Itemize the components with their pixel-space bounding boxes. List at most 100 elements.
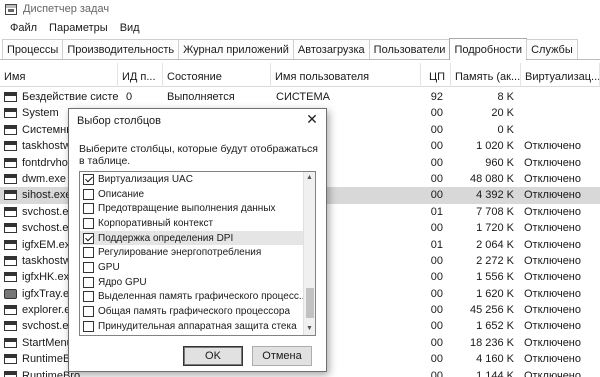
- menu-view[interactable]: Вид: [114, 22, 146, 34]
- tab-app-history[interactable]: Журнал приложений: [178, 39, 294, 59]
- column-checkbox[interactable]: [83, 232, 94, 244]
- column-header-memory[interactable]: Память (ак...: [451, 63, 521, 87]
- column-header-user[interactable]: Имя пользователя: [271, 63, 421, 87]
- process-icon: [4, 305, 17, 316]
- cell-virt: Отключено: [524, 222, 581, 235]
- process-icon: [4, 190, 17, 201]
- cell-virt: Отключено: [524, 156, 581, 169]
- column-option[interactable]: Ядро GPU: [80, 275, 304, 290]
- cell-memory: 20 K: [491, 107, 514, 120]
- scrollbar-thumb[interactable]: [306, 288, 314, 318]
- cell-virt: Отключено: [524, 353, 581, 366]
- process-icon: [4, 354, 17, 365]
- cell-user: СИСТЕМА: [276, 91, 330, 103]
- cell-virt: Отключено: [524, 287, 581, 300]
- cell-cpu: 00: [430, 254, 443, 267]
- window-title: Диспетчер задач: [23, 3, 110, 15]
- cell-virt: Отключено: [524, 271, 581, 284]
- tab-performance[interactable]: Производительность: [62, 39, 180, 59]
- process-icon: [4, 255, 17, 266]
- cell-virt: Отключено: [524, 369, 581, 377]
- column-checkbox[interactable]: [83, 306, 94, 318]
- cell-cpu: 00: [430, 369, 443, 377]
- process-icon: [4, 173, 17, 184]
- cancel-button[interactable]: Отмена: [252, 346, 312, 366]
- column-header-status[interactable]: Состояние: [163, 63, 271, 87]
- column-option[interactable]: Поддержка определения DPI: [80, 230, 304, 246]
- column-option[interactable]: Регулирование энергопотребления: [80, 245, 304, 260]
- process-icon: [4, 157, 17, 168]
- cell-memory: 4 392 K: [476, 189, 514, 202]
- cell-memory: 0 K: [497, 123, 514, 136]
- scroll-up-arrow-icon[interactable]: ▲: [304, 172, 315, 184]
- column-option[interactable]: Общая память графического процессора: [80, 304, 304, 319]
- column-checkbox[interactable]: [83, 276, 94, 288]
- cell-virt: Отключено: [524, 205, 581, 218]
- cell-cpu: 00: [430, 271, 443, 284]
- close-icon[interactable]: ✕: [304, 111, 320, 127]
- process-icon: [4, 92, 17, 102]
- column-checkbox[interactable]: [83, 320, 94, 332]
- cell-memory: 8 K: [497, 91, 514, 103]
- cell-virt: Отключено: [524, 304, 581, 317]
- cell-virt: Отключено: [524, 254, 581, 267]
- column-checkbox[interactable]: [83, 173, 94, 185]
- column-option-label: Предотвращение выполнения данных: [98, 203, 276, 215]
- list-scrollbar[interactable]: ▲ ▼: [303, 172, 315, 335]
- column-header-name[interactable]: Имя: [0, 63, 118, 87]
- column-header-row: Имя ИД п... Состояние Имя пользователя Ц…: [0, 63, 600, 87]
- process-icon: [4, 206, 17, 217]
- column-option-label: Общая память графического процессора: [98, 306, 291, 318]
- cell-memory: 1 020 K: [476, 140, 514, 153]
- table-row[interactable]: Бездействие системы 0 Выполняется СИСТЕМА 92…: [0, 89, 600, 105]
- tab-services[interactable]: Службы: [526, 39, 578, 59]
- process-icon: [4, 321, 17, 332]
- cell-memory: 4 160 K: [476, 353, 514, 366]
- cell-pid: 0: [126, 91, 133, 103]
- cell-virt: Отключено: [524, 320, 581, 333]
- column-option[interactable]: Выделенная память графического процесс..…: [80, 290, 304, 305]
- cell-virt: Отключено: [524, 336, 581, 349]
- cell-cpu: 00: [430, 336, 443, 349]
- scroll-down-arrow-icon[interactable]: ▼: [304, 323, 315, 335]
- tab-details[interactable]: Подробности: [449, 38, 528, 60]
- column-header-pid[interactable]: ИД п...: [118, 63, 163, 87]
- column-option[interactable]: Описание: [80, 187, 304, 202]
- column-option-label: Поддержка определения DPI: [98, 232, 234, 244]
- column-header-cpu[interactable]: ЦП: [421, 63, 451, 87]
- cell-virt: [524, 89, 600, 105]
- column-option-label: Виртуализация UAC: [98, 173, 193, 185]
- column-checkbox[interactable]: [83, 203, 94, 215]
- column-checkbox-list: Виртуализация UAC Описание Предотвращение …: [79, 171, 316, 336]
- task-manager-icon: [5, 3, 17, 15]
- cell-cpu: 00: [430, 156, 443, 169]
- cell-memory: 48 080 K: [469, 172, 514, 185]
- column-header-virtualization[interactable]: Виртуализац...: [521, 63, 600, 87]
- column-option[interactable]: Предотвращение выполнения данных: [80, 201, 304, 216]
- cell-cpu: 00: [430, 287, 443, 300]
- cell-memory: 2 272 K: [476, 254, 514, 267]
- cell-memory: 1 144 K: [476, 369, 514, 377]
- column-checkbox[interactable]: [83, 291, 94, 303]
- tab-processes[interactable]: Процессы: [2, 39, 64, 59]
- tab-users[interactable]: Пользователи: [368, 39, 451, 59]
- dialog-title: Выбор столбцов: [77, 115, 161, 127]
- menu-options[interactable]: Параметры: [43, 22, 114, 34]
- column-option[interactable]: Принудительная аппаратная защита стека: [80, 319, 304, 334]
- cell-cpu: 00: [430, 172, 443, 185]
- cell-cpu: 00: [430, 320, 443, 333]
- menu-file[interactable]: Файл: [4, 22, 43, 34]
- cell-cpu: 00: [430, 107, 443, 120]
- ok-button[interactable]: OK: [183, 346, 243, 366]
- column-option[interactable]: GPU: [80, 260, 304, 275]
- column-checkbox[interactable]: [83, 247, 94, 259]
- column-option[interactable]: Виртуализация UAC: [80, 172, 304, 187]
- column-checkbox[interactable]: [83, 217, 94, 229]
- column-option[interactable]: Корпоративный контекст: [80, 216, 304, 231]
- tab-startup[interactable]: Автозагрузка: [292, 39, 370, 59]
- cell-memory: 7 708 K: [476, 205, 514, 218]
- column-checkbox[interactable]: [83, 261, 94, 273]
- process-icon: [4, 124, 17, 135]
- column-option-label: GPU: [98, 261, 120, 273]
- column-checkbox[interactable]: [83, 188, 94, 200]
